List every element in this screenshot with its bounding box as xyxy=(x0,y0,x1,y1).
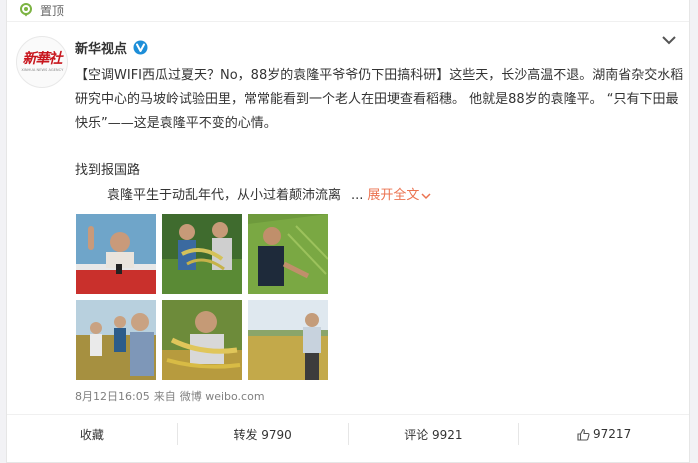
excerpt-text: 袁隆平生于动乱年代，从小过着颠沛流离 xyxy=(107,188,342,203)
post-photo[interactable] xyxy=(162,214,242,294)
post-photo[interactable] xyxy=(76,300,156,380)
post-photo[interactable] xyxy=(248,300,328,380)
verified-v-icon[interactable] xyxy=(133,40,148,55)
post-excerpt: 袁隆平生于动乱年代，从小过着颠沛流离 ... 展开全文 xyxy=(107,186,431,206)
expand-label[interactable]: 展开全文 xyxy=(367,186,419,206)
expand-full-text-link[interactable]: 展开全文 xyxy=(367,186,431,206)
avatar-logo-text: 新華社 xyxy=(22,51,63,67)
avatar-sub-text: XINHUA NEWS AGENCY xyxy=(21,67,63,72)
like-count: 97217 xyxy=(593,427,632,441)
chevron-down-icon xyxy=(421,193,431,200)
author-name[interactable]: 新华视点 xyxy=(75,38,127,57)
pinned-indicator: 置顶 xyxy=(19,0,64,20)
post-photo[interactable] xyxy=(248,214,328,294)
from-label: 来自 xyxy=(153,390,176,403)
post-photo[interactable] xyxy=(162,300,242,380)
repost-button[interactable]: 转发 9790 xyxy=(176,423,348,445)
favorite-label: 收藏 xyxy=(79,427,104,442)
post-body-text: 【空调WIFI西瓜过夏天？No，88岁的袁隆平爷爷仍下田搞科研】这些天，长沙高温… xyxy=(75,68,684,131)
pin-location-icon xyxy=(20,3,32,17)
pinned-label: 置顶 xyxy=(40,3,65,18)
chevron-down-icon[interactable] xyxy=(661,34,677,46)
weibo-post-card: 置顶 新華社 XINHUA NEWS AGENCY 新华视点 【空调WIFI西瓜… xyxy=(6,0,690,463)
thumbs-up-icon xyxy=(577,428,590,441)
post-meta: 8月12日16:05 来自 微博 weibo.com xyxy=(75,388,265,404)
author-name-row: 新华视点 xyxy=(75,38,148,57)
comment-label: 评论 9921 xyxy=(404,427,463,442)
comment-button[interactable]: 评论 9921 xyxy=(347,423,519,445)
avatar[interactable]: 新華社 XINHUA NEWS AGENCY xyxy=(16,36,68,88)
divider xyxy=(7,21,689,22)
post-source[interactable]: 微博 weibo.com xyxy=(180,388,265,404)
repost-label: 转发 9790 xyxy=(233,427,292,442)
post-time[interactable]: 8月12日16:05 xyxy=(75,388,150,404)
post-photo[interactable] xyxy=(76,214,156,294)
favorite-button[interactable]: 收藏 xyxy=(7,423,177,445)
action-bar: 收藏 转发 9790 评论 9921 97217 xyxy=(7,414,689,453)
like-button[interactable]: 97217 xyxy=(518,423,689,445)
section-title: 找到报国路 xyxy=(75,163,141,178)
excerpt-ellipsis: ... xyxy=(351,188,364,203)
